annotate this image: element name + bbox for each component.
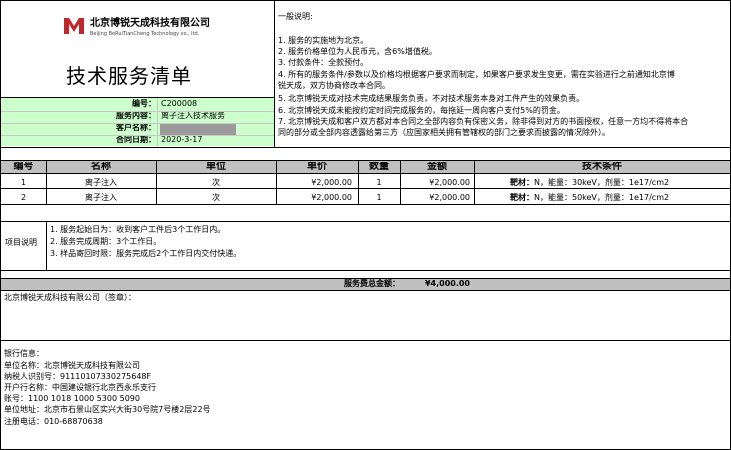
row-1-price: ¥2,000.00 bbox=[311, 178, 352, 187]
line bbox=[0, 173, 731, 174]
col-line bbox=[46, 161, 47, 205]
line bbox=[0, 270, 731, 271]
row-1-amount: ¥2,000.00 bbox=[429, 178, 470, 187]
row-2-no: 2 bbox=[20, 193, 27, 202]
col-line bbox=[474, 161, 475, 205]
col-header-amount: 金额 bbox=[427, 162, 447, 172]
total-label: 服务费总金额： bbox=[344, 279, 400, 288]
line bbox=[1, 135, 274, 136]
row-1-spec: 靶材：N，能量：30keV，剂量：1e17/cm2 bbox=[510, 178, 728, 188]
project-line: 2. 服务完成周期：3个工作日。 bbox=[50, 237, 162, 246]
line bbox=[0, 290, 731, 291]
line bbox=[0, 204, 731, 205]
row-2-name: 离子注入 bbox=[85, 193, 117, 202]
bank-line: 单位地址：北京市石景山区实兴大街30号院7号楼2层22号 bbox=[4, 405, 211, 414]
col-header-unit: 单位 bbox=[206, 162, 226, 172]
col-line bbox=[358, 161, 359, 205]
date-label: 合同日期： bbox=[116, 135, 156, 144]
line bbox=[0, 160, 731, 161]
bank-line: 银行信息： bbox=[4, 349, 44, 358]
notes-item: 4. 所有的服务条件/参数以及价格均根据客户要求而制定，如果客户要求发生变更，需… bbox=[278, 70, 675, 79]
col-line bbox=[156, 161, 157, 205]
customer-value bbox=[161, 123, 271, 135]
row-2-spec: 靶材：N，能量：50keV，剂量：1e17/cm2 bbox=[510, 193, 728, 203]
row-2-qty: 1 bbox=[376, 193, 382, 202]
col-line bbox=[400, 161, 401, 205]
col-line bbox=[276, 161, 277, 205]
line bbox=[1, 123, 274, 124]
col-header-no: 编号 bbox=[13, 162, 34, 172]
page-title: 技术服务清单 bbox=[66, 64, 192, 88]
line bbox=[0, 97, 275, 98]
no-value: C200008 bbox=[161, 99, 198, 108]
notes-item: 同的部分或全部内容透露给第三方（应国家相关拥有管辖权的部门之要求而披露的情况除外… bbox=[278, 128, 610, 137]
total-value: ¥4,000.00 bbox=[424, 279, 470, 288]
col-header-qty: 数量 bbox=[369, 162, 389, 172]
spec-target: N，能量： bbox=[534, 193, 572, 202]
col-line bbox=[46, 221, 47, 271]
spec-prefix: 靶材： bbox=[510, 193, 534, 202]
col-header-name: 名称 bbox=[91, 162, 111, 172]
bank-line: 单位名称：北京博锐天成科技有限公司 bbox=[4, 361, 140, 370]
company-name-cn: 北京博锐天成科技有限公司 bbox=[90, 18, 210, 29]
notes-item: 2. 服务价格单位为人民币元，含6%增值税。 bbox=[278, 47, 437, 56]
spec-dose-label: 剂量： bbox=[604, 178, 629, 187]
bank-line: 账号：1100 1018 1000 5300 5090 bbox=[4, 394, 140, 403]
row-2-amount: ¥2,000.00 bbox=[429, 193, 470, 202]
project-label: 项目说明 bbox=[5, 238, 37, 247]
project-line: 1. 服务起始日为：收到客户工件后3个工作日内。 bbox=[50, 225, 226, 234]
quotation-sheet: 北京博锐天成科技有限公司 Beijing BoRuiTianCheng Tech… bbox=[0, 0, 731, 450]
line bbox=[0, 147, 731, 148]
row-1-name: 离子注入 bbox=[85, 178, 117, 187]
company-name-en: Beijing BoRuiTianCheng Technology co., l… bbox=[90, 31, 200, 37]
line bbox=[157, 98, 158, 147]
row-2-price: ¥2,000.00 bbox=[311, 193, 352, 202]
col-header-price: 单价 bbox=[307, 162, 327, 172]
spec-energy: 50keV， bbox=[571, 193, 605, 202]
row-1-no: 1 bbox=[20, 178, 27, 187]
row-2-unit: 次 bbox=[212, 193, 220, 202]
spec-dose-label: 剂量： bbox=[604, 193, 629, 202]
spec-prefix: 靶材： bbox=[510, 178, 534, 187]
service-value: 离子注入技术服务 bbox=[161, 111, 225, 120]
spec-target: N，能量： bbox=[534, 178, 572, 187]
bank-line: 开户行名称：中国建设银行北京西永乐支行 bbox=[4, 383, 156, 392]
line bbox=[0, 340, 731, 341]
notes-item: 6. 北京博锐天成未能按约定时间完成服务的，每拖延一周向客户支付5%的罚金。 bbox=[278, 106, 565, 115]
customer-label: 客户名称： bbox=[116, 123, 156, 132]
notes-item: 3. 付款条件：全款预付。 bbox=[278, 58, 369, 67]
divider-notes bbox=[274, 0, 275, 148]
project-line: 3. 样品寄回时限：服务完成后2个工作日内交付快递。 bbox=[50, 249, 242, 258]
notes-item: 1. 服务的实施地为北京。 bbox=[278, 36, 369, 45]
bank-line: 注册电话：010-68870638 bbox=[4, 417, 103, 426]
sign-label: 北京博锐天成科技有限公司（签章）： bbox=[4, 293, 136, 302]
row-1-unit: 次 bbox=[212, 178, 220, 187]
row-1-qty: 1 bbox=[376, 178, 382, 187]
col-header-spec: 技术条件 bbox=[582, 162, 622, 172]
no-label: 编号： bbox=[132, 99, 156, 108]
spec-energy: 30keV， bbox=[571, 178, 605, 187]
date-value: 2020-3-17 bbox=[161, 135, 203, 144]
company-logo bbox=[63, 15, 85, 37]
notes-item: 锐天成，双方协商修改本合同。 bbox=[278, 81, 390, 90]
border-top bbox=[0, 0, 731, 1]
line bbox=[1, 111, 274, 112]
bank-line: 纳税人识别号：91110107330275648F bbox=[4, 372, 152, 381]
spec-dose: 1e17/cm2 bbox=[628, 193, 670, 202]
notes-heading: 一般说明: bbox=[278, 12, 313, 21]
line bbox=[0, 188, 731, 189]
border-left bbox=[0, 0, 1, 450]
spec-dose: 1e17/cm2 bbox=[628, 178, 670, 187]
service-label: 服务内容： bbox=[116, 111, 156, 120]
line bbox=[0, 221, 731, 222]
notes-item: 5. 北京博锐天成对技术完成结果服务负责，不对技术服务本身对工件产生的效果负责。 bbox=[278, 94, 585, 103]
notes-item: 7. 北京博锐天成和客户双方都对本合同之全部内容负有保密义务，除非得到对方的书面… bbox=[278, 117, 689, 126]
line bbox=[0, 278, 731, 279]
